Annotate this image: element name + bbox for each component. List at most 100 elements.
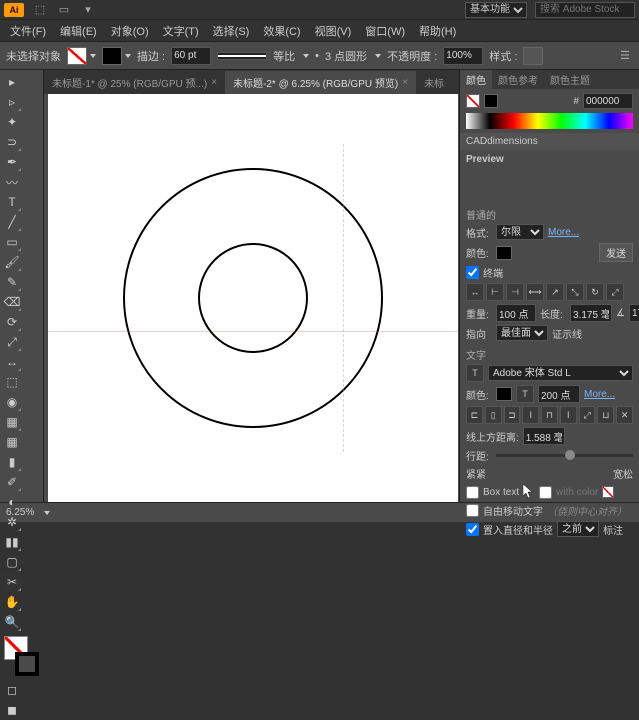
arrange-icon[interactable]: ▭ <box>56 2 72 18</box>
menu-type[interactable]: 文字(T) <box>157 21 205 41</box>
arrow-style-8[interactable]: ⤢ <box>606 283 624 301</box>
fill-swatch[interactable] <box>67 47 87 65</box>
align-2[interactable]: ▯ <box>485 406 502 424</box>
arrow-style-4[interactable]: ⟷ <box>526 283 544 301</box>
align-7[interactable]: ⤢ <box>579 406 596 424</box>
include-radius-checkbox[interactable] <box>466 523 479 536</box>
curvature-tool[interactable]: 〰 <box>2 172 22 192</box>
zoom-tool[interactable]: 🔍 <box>2 612 22 632</box>
uniform-dropdown-icon[interactable] <box>303 54 309 58</box>
arrow-style-6[interactable]: ⤡ <box>566 283 584 301</box>
color-stroke-swatch[interactable] <box>484 94 498 108</box>
menu-select[interactable]: 选择(S) <box>207 21 256 41</box>
draw-mode-behind[interactable]: ◼ <box>2 700 22 720</box>
document-tab-2[interactable]: 未标题-2* @ 6.25% (RGB/GPU 预览) × <box>225 71 416 94</box>
mesh-tool[interactable]: ▦ <box>2 432 22 452</box>
blend-tool[interactable]: ◐ <box>2 492 22 512</box>
dim-color-swatch[interactable] <box>496 246 512 260</box>
selection-tool[interactable]: ▸ <box>2 72 22 92</box>
arrow-style-3[interactable]: ⊣ <box>506 283 524 301</box>
slice-tool[interactable]: ✂ <box>2 572 22 592</box>
stroke-dropdown-icon[interactable] <box>125 54 131 58</box>
dropdown-icon[interactable]: ▾ <box>80 2 96 18</box>
style-swatch[interactable] <box>523 47 543 65</box>
free-transform-tool[interactable]: ⬚ <box>2 372 22 392</box>
eyedropper-tool[interactable]: ✐ <box>2 472 22 492</box>
align-5[interactable]: ⊓ <box>541 406 558 424</box>
align-8[interactable]: ⊔ <box>597 406 614 424</box>
menu-edit[interactable]: 编辑(E) <box>54 21 103 41</box>
box-text-checkbox[interactable] <box>466 486 479 499</box>
align-3[interactable]: ⊐ <box>504 406 521 424</box>
panel-menu-icon[interactable]: ☰ <box>617 48 633 64</box>
with-color-checkbox[interactable] <box>539 486 552 499</box>
angle-input[interactable] <box>629 304 639 322</box>
type-tool[interactable]: T <box>2 192 22 212</box>
artboard-tool[interactable]: ▢ <box>2 552 22 572</box>
color-fill-swatch[interactable] <box>466 94 480 108</box>
lasso-tool[interactable]: ⊃ <box>2 132 22 152</box>
zoom-dropdown-icon[interactable] <box>44 511 50 515</box>
font-size-input[interactable] <box>538 385 580 403</box>
rectangle-tool[interactable]: ▭ <box>2 232 22 252</box>
above-line-input[interactable] <box>523 427 565 445</box>
arrow-style-1[interactable]: ↔ <box>466 283 484 301</box>
direct-selection-tool[interactable]: ▹ <box>2 92 22 112</box>
stroke-profile[interactable] <box>217 52 267 60</box>
stroke-swatch[interactable] <box>102 47 122 65</box>
align-6[interactable]: I <box>560 406 577 424</box>
spacing-slider[interactable] <box>496 454 633 457</box>
close-icon[interactable]: × <box>211 77 217 88</box>
stroke-indicator[interactable] <box>15 652 39 676</box>
perspective-tool[interactable]: ▦ <box>2 412 22 432</box>
workspace-select[interactable]: 基本功能 <box>465 2 527 18</box>
box-color-swatch[interactable] <box>602 486 614 498</box>
brush-dropdown-icon[interactable] <box>375 54 381 58</box>
document-tab-1[interactable]: 未标题-1* @ 25% (RGB/GPU 预...) × <box>44 71 225 94</box>
paintbrush-tool[interactable]: 🖌 <box>2 252 22 272</box>
stroke-weight-input[interactable] <box>171 47 211 65</box>
fill-stroke-indicator[interactable] <box>4 636 39 676</box>
bridge-icon[interactable]: ⬚ <box>32 2 48 18</box>
direction-select[interactable]: 最佳面 <box>496 325 548 341</box>
scale-tool[interactable]: ⤢ <box>2 332 22 352</box>
weight-input[interactable] <box>496 304 536 322</box>
search-input[interactable] <box>535 2 635 18</box>
menu-window[interactable]: 窗口(W) <box>359 21 411 41</box>
send-button[interactable]: 发送 <box>599 243 633 262</box>
brush-label[interactable]: 3 点圆形 <box>325 48 367 64</box>
eraser-tool[interactable]: ⌫ <box>2 292 22 312</box>
menu-object[interactable]: 对象(O) <box>105 21 155 41</box>
draw-mode-normal[interactable]: ◻ <box>2 680 22 700</box>
symbol-sprayer-tool[interactable]: ✲ <box>2 512 22 532</box>
uniform-label[interactable]: 等比 <box>273 48 295 64</box>
document-tab-3[interactable]: 未标 <box>416 71 452 94</box>
auto-move-checkbox[interactable] <box>466 504 479 517</box>
column-graph-tool[interactable]: ▮▮ <box>2 532 22 552</box>
arrow-style-7[interactable]: ↻ <box>586 283 604 301</box>
more-link-2[interactable]: More... <box>584 389 615 400</box>
terminal-checkbox[interactable] <box>466 266 479 279</box>
menu-effect[interactable]: 效果(C) <box>257 21 306 41</box>
rotate-tool[interactable]: ⟳ <box>2 312 22 332</box>
menu-file[interactable]: 文件(F) <box>4 21 52 41</box>
color-panel-tab[interactable]: 颜色 <box>460 70 492 89</box>
cad-panel-header[interactable]: CADdimensions <box>460 133 639 150</box>
shape-builder-tool[interactable]: ◉ <box>2 392 22 412</box>
length-input[interactable] <box>570 304 612 322</box>
magic-wand-tool[interactable]: ✦ <box>2 112 22 132</box>
align-1[interactable]: ⊏ <box>466 406 483 424</box>
menu-help[interactable]: 帮助(H) <box>413 21 462 41</box>
shaper-tool[interactable]: ✎ <box>2 272 22 292</box>
align-4[interactable]: I <box>522 406 539 424</box>
format-select[interactable]: 尔限 <box>496 224 544 240</box>
text-color-swatch[interactable] <box>496 387 512 401</box>
close-icon[interactable]: × <box>402 77 408 88</box>
pen-tool[interactable]: ✒ <box>2 152 22 172</box>
arrow-style-2[interactable]: ⊢ <box>486 283 504 301</box>
gradient-tool[interactable]: ▮ <box>2 452 22 472</box>
menu-view[interactable]: 视图(V) <box>309 21 358 41</box>
arrow-style-5[interactable]: ↗ <box>546 283 564 301</box>
color-guide-tab[interactable]: 颜色参考 <box>492 70 544 89</box>
color-theme-tab[interactable]: 颜色主题 <box>544 70 596 89</box>
